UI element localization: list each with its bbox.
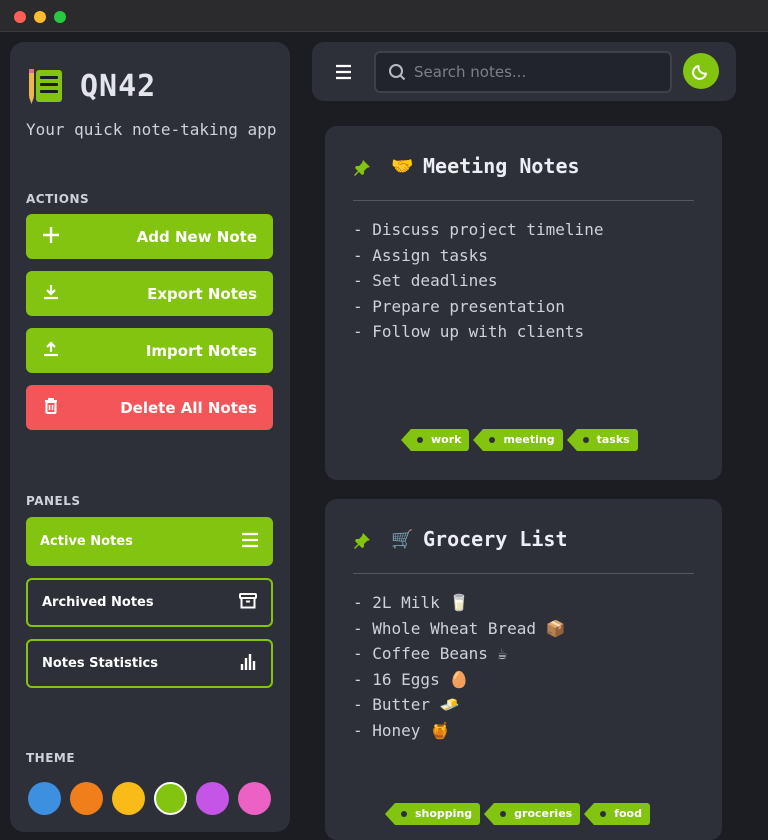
plus-icon (42, 226, 60, 248)
note-line: - Assign tasks (353, 245, 488, 265)
theme-swatch-green[interactable] (154, 782, 187, 815)
upload-icon (42, 340, 60, 362)
notebook-icon (26, 66, 64, 106)
trash-icon (42, 397, 60, 419)
note-emoji: 🛒 (391, 529, 414, 550)
panel-active-notes-label: Active Notes (40, 534, 133, 549)
note-line: - Butter 🧈 (353, 695, 460, 714)
delete-all-notes-label: Delete All Notes (120, 398, 257, 417)
note-content: - 2L Milk 🥛 - Whole Wheat Bread 📦 - Coff… (353, 590, 566, 743)
search-box (374, 51, 672, 93)
tag-shopping[interactable]: shopping (384, 803, 481, 825)
app-root: QN42 Your quick note-taking app ACTIONS … (0, 32, 768, 840)
tag-food[interactable]: food (584, 803, 650, 825)
note-card[interactable]: 🛒 Grocery List - 2L Milk 🥛 - Whole Wheat… (325, 499, 722, 840)
hamburger-icon[interactable] (332, 62, 356, 82)
export-notes-label: Export Notes (147, 284, 257, 303)
note-line: - Set deadlines (353, 271, 498, 290)
note-emoji: 🤝 (391, 156, 414, 177)
theme-section-label: THEME (26, 751, 76, 765)
download-icon (42, 283, 60, 305)
panel-notes-statistics-label: Notes Statistics (42, 656, 158, 671)
note-title: Meeting Notes (423, 154, 580, 178)
import-notes-button[interactable]: Import Notes (26, 328, 273, 373)
note-tags: shopping groceries food (384, 803, 650, 825)
tag-tasks[interactable]: tasks (566, 429, 638, 451)
theme-swatch-purple[interactable] (196, 782, 229, 815)
note-line: - Follow up with clients (353, 322, 585, 341)
theme-swatch-pink[interactable] (238, 782, 271, 815)
import-notes-label: Import Notes (145, 341, 257, 360)
note-divider (353, 200, 694, 201)
search-icon (388, 63, 406, 85)
moon-icon (692, 62, 710, 84)
top-bar (312, 42, 736, 101)
panel-notes-statistics[interactable]: Notes Statistics (26, 639, 273, 688)
export-notes-button[interactable]: Export Notes (26, 271, 273, 316)
sidebar: QN42 Your quick note-taking app ACTIONS … (10, 42, 290, 832)
bar-chart-icon (239, 653, 257, 675)
theme-swatch-yellow[interactable] (112, 782, 145, 815)
tag-work[interactable]: work (400, 429, 470, 451)
theme-swatch-orange[interactable] (70, 782, 103, 815)
add-note-button[interactable]: Add New Note (26, 214, 273, 259)
add-note-label: Add New Note (136, 227, 257, 246)
note-content: - Discuss project timeline - Assign task… (353, 217, 603, 345)
note-tags: work meeting tasks (400, 429, 638, 451)
actions-section-label: ACTIONS (26, 192, 90, 206)
note-line: - Prepare presentation (353, 296, 565, 316)
panel-archived-notes-label: Archived Notes (42, 595, 154, 610)
note-line: - 16 Eggs 🥚 (353, 669, 470, 689)
panel-archived-notes[interactable]: Archived Notes (26, 578, 273, 627)
pin-icon[interactable] (353, 159, 371, 177)
tag-groceries[interactable]: groceries (484, 803, 581, 825)
app-title: QN42 (80, 68, 157, 104)
window-titlebar (0, 0, 768, 32)
app-tagline: Your quick note-taking app (26, 120, 277, 139)
note-line: - Coffee Beans ☕ (353, 644, 508, 663)
archive-icon (239, 592, 257, 613)
logo: QN42 (26, 66, 156, 106)
note-divider (353, 573, 694, 574)
window-maximize-button[interactable] (54, 11, 66, 23)
panel-active-notes[interactable]: Active Notes (26, 517, 273, 566)
note-line: - 2L Milk 🥛 (353, 593, 470, 612)
window-close-button[interactable] (14, 11, 26, 23)
note-card[interactable]: 🤝 Meeting Notes - Discuss project timeli… (325, 126, 722, 480)
delete-all-notes-button[interactable]: Delete All Notes (26, 385, 273, 430)
pin-icon[interactable] (353, 532, 371, 550)
theme-swatches (28, 782, 271, 815)
theme-swatch-blue[interactable] (28, 782, 61, 815)
note-line: - Discuss project timeline (353, 220, 604, 239)
note-line: - Whole Wheat Bread 📦 (353, 618, 566, 638)
theme-toggle-button[interactable] (683, 53, 719, 89)
note-title: Grocery List (423, 527, 568, 551)
search-input[interactable] (414, 61, 664, 83)
note-line: - Honey 🍯 (353, 720, 450, 740)
window-minimize-button[interactable] (34, 11, 46, 23)
tag-meeting[interactable]: meeting (473, 429, 563, 451)
panels-section-label: PANELS (26, 494, 81, 508)
list-icon (241, 532, 259, 552)
